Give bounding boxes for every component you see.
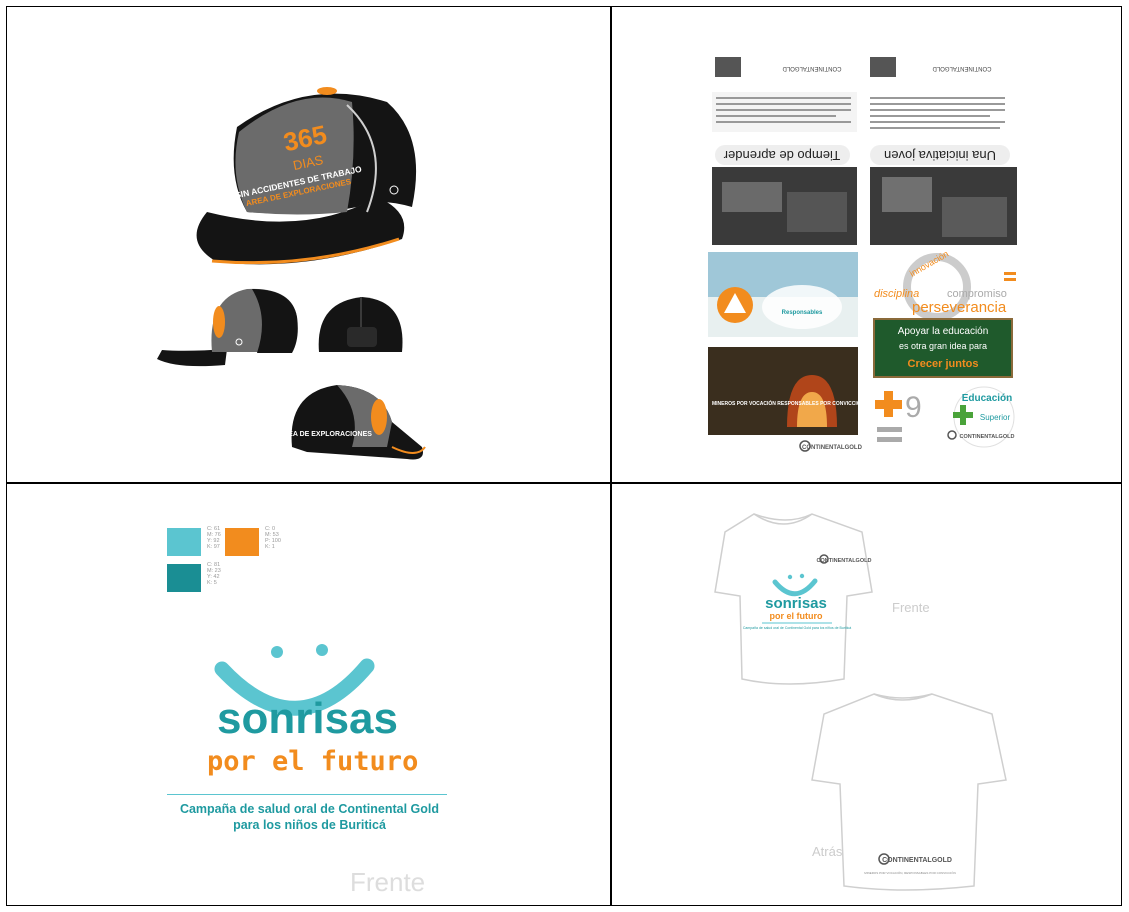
brochure-responsables-text: Responsables — [782, 310, 823, 316]
brochure-town-logo-2 — [870, 57, 896, 77]
brochure-illustration: CONTINENTALGOLD Tiempo de aprender CONTI… — [708, 55, 1017, 457]
tshirt-eye-right — [799, 573, 805, 579]
tshirt-back-tagline: MINEROS POR VOCACIÓN, RESPONSABLES POR C… — [864, 870, 956, 875]
tshirt-eye-left — [787, 574, 793, 580]
brochure-title-right: Una iniciativa joven — [884, 148, 996, 163]
brochure-brand-text-2: CONTINENTALGOLD — [932, 65, 992, 71]
cap-button — [317, 87, 337, 95]
brochure-edu-line1: Educación — [962, 393, 1013, 404]
brochure-body-lines-2 — [870, 97, 1005, 129]
brochure-top-right-panel: CONTINENTALGOLD Una iniciativa joven — [870, 57, 1017, 245]
brochure-cloud — [762, 285, 842, 329]
tshirt-front-label: Frente — [892, 600, 930, 615]
tshirt-cell: CONTINENTALGOLD sonrisas por el futuro C… — [612, 484, 1122, 906]
cap-back-side-view: AREA DE EXPLORACIONES — [278, 385, 426, 460]
brochure-responsables-panel: Responsables — [708, 252, 858, 337]
cap-side-text: AREA DE EXPLORACIONES — [278, 431, 372, 438]
brochure-title-left: Tiempo de aprender — [723, 148, 840, 163]
tshirt-word-sonrisas: sonrisas — [765, 595, 827, 612]
cap-side-view — [157, 288, 298, 367]
brochure-footer-brand: CONTINENTALGOLD — [802, 445, 863, 451]
brochure-photo-detail-2 — [787, 192, 847, 232]
cap-side-logo — [213, 306, 225, 338]
brochure-photo-detail-3 — [882, 177, 932, 212]
brochure-board-line1: Apoyar la educación — [898, 326, 989, 337]
logo-caption-line2: para los niños de Buriticá — [233, 818, 386, 832]
logo-word-futuro: por el futuro — [207, 746, 419, 777]
cap-illustration: 365 DIAS SIN ACCIDENTES DE TRABAJO AREA … — [157, 87, 426, 460]
brochure-photo-detail — [722, 182, 782, 212]
brochure-minus-top — [877, 427, 902, 432]
brochure-brand-icon-2 — [947, 430, 957, 440]
tshirt-front: CONTINENTALGOLD sonrisas por el futuro C… — [714, 513, 930, 685]
brochure-number-nine: 9 — [905, 391, 922, 424]
brochure-equals-top — [1004, 272, 1016, 275]
brochure-board-line2: es otra gran idea para — [899, 341, 987, 351]
cap-back-view — [318, 297, 403, 352]
tshirt-caption: Campaña de salud oral de Continental Gol… — [743, 626, 851, 630]
logo-word-sonrisas: sonrisas — [217, 694, 398, 743]
tshirt-back-label: Atrás — [812, 844, 843, 859]
logo-frente-label: Frente — [350, 867, 426, 897]
cap-back-opening — [347, 327, 377, 347]
tshirt-front-brand: CONTINENTALGOLD — [817, 558, 872, 564]
brochure-cell: CONTINENTALGOLD Tiempo de aprender CONTI… — [612, 7, 1122, 481]
cap-backside-logo — [371, 399, 387, 435]
cap-front-view: 365 DIAS SIN ACCIDENTES DE TRABAJO AREA … — [196, 87, 417, 265]
cap-mockup-cell: 365 DIAS SIN ACCIDENTES DE TRABAJO AREA … — [7, 7, 609, 481]
brochure-edu-line2: Superior — [980, 413, 1011, 422]
brochure-brand-text: CONTINENTALGOLD — [782, 65, 842, 71]
tshirt-back-brand: CONTINENTALGOLD — [882, 857, 952, 864]
brochure-minus-bottom — [877, 437, 902, 442]
smile-eye-left — [271, 646, 283, 658]
tshirt-illustration: CONTINENTALGOLD sonrisas por el futuro C… — [714, 513, 1007, 891]
logo-caption-line1: Campaña de salud oral de Continental Gol… — [179, 802, 440, 816]
logo-divider-line — [167, 794, 447, 795]
logo-cell: C: 61 M: 76 Y: 92 K: 97 C: 0 M: 53 P: 10… — [7, 484, 609, 906]
brochure-words-panel: innovación disciplina compromiso perseve… — [874, 249, 1016, 321]
brochure-plus-horizontal — [875, 400, 902, 409]
brochure-edu-plus-h — [953, 412, 973, 418]
smile-eye-right — [316, 644, 328, 656]
brochure-top-left-panel: CONTINENTALGOLD Tiempo de aprender — [708, 55, 858, 245]
brochure-board-line3: Crecer juntos — [908, 358, 979, 370]
tshirt-word-futuro: por el futuro — [770, 611, 823, 621]
brochure-word-perseverancia: perseverancia — [912, 299, 1007, 316]
document-grid: 365 DIAS SIN ACCIDENTES DE TRABAJO AREA … — [6, 6, 1122, 906]
brochure-photo-detail-4 — [942, 197, 1007, 237]
brochure-education-panel: 9 Educación Superior CONTINENTALGOLD — [875, 386, 1015, 448]
tshirt-back: CONTINENTALGOLD MINEROS POR VOCACIÓN, RE… — [811, 693, 1007, 891]
brochure-tunnel-tagline: MINEROS POR VOCACIÓN RESPONSABLES POR CO… — [712, 399, 865, 407]
brochure-chalkboard: Apoyar la educación es otra gran idea pa… — [873, 318, 1013, 378]
brochure-town-logo — [715, 57, 741, 77]
brochure-tunnel-panel: MINEROS POR VOCACIÓN RESPONSABLES POR CO… — [708, 347, 865, 457]
brochure-equals-bottom — [1004, 278, 1016, 281]
brochure-edu-brand: CONTINENTALGOLD — [960, 434, 1015, 440]
